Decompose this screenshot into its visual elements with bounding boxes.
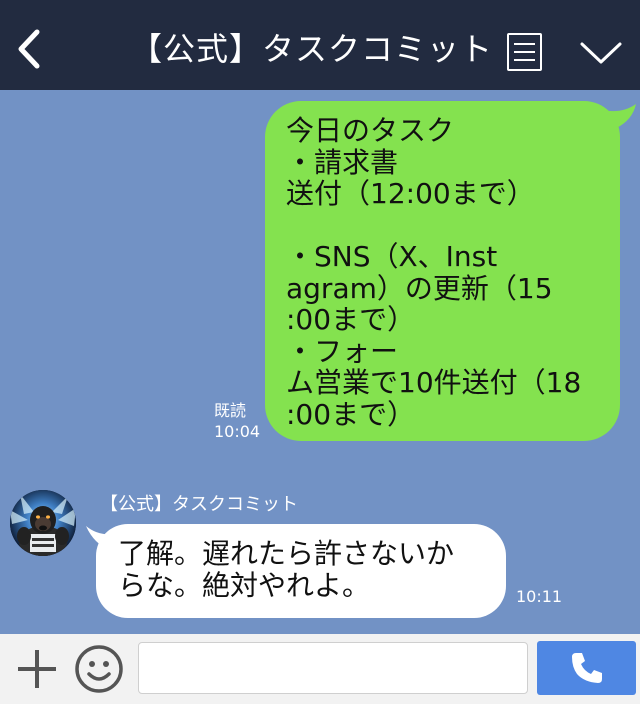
collapse-button[interactable] <box>578 38 624 68</box>
message-line: agram）の更新（15 <box>286 271 553 305</box>
emoji-button[interactable] <box>74 644 124 694</box>
chat-title: 【公式】タスクコミット <box>130 30 494 68</box>
smiley-icon <box>75 645 123 693</box>
message-line: ・フォー <box>286 334 399 368</box>
avatar[interactable] <box>10 490 76 556</box>
message-line: らな。絶対やれよ。 <box>118 569 371 602</box>
message-line: ・請求書 <box>286 145 399 179</box>
plus-icon <box>18 650 56 688</box>
message-line: :00まで） <box>286 397 416 431</box>
input-bar <box>0 634 640 704</box>
gorilla-avatar-icon <box>10 490 76 556</box>
phone-icon <box>571 653 602 683</box>
add-button[interactable] <box>14 646 60 692</box>
menu-icon <box>514 43 535 45</box>
back-button[interactable] <box>8 24 48 74</box>
message-line: ム営業で10件送付（18 <box>286 366 582 399</box>
menu-button[interactable] <box>507 33 542 71</box>
message-line: 送付（12:00まで） <box>286 177 535 210</box>
read-receipt: 既読 10:04 <box>214 400 260 442</box>
outgoing-message-bubble[interactable]: 今日のタスク ・請求書 送付（12:00まで） ・SNS（X、Inst agra… <box>265 101 620 441</box>
message-time: 10:11 <box>516 587 563 606</box>
message-input[interactable] <box>138 642 528 694</box>
sender-name: 【公式】タスクコミット <box>100 494 298 515</box>
chevron-left-icon <box>18 29 40 69</box>
call-button[interactable] <box>537 641 636 695</box>
chat-header: 【公式】タスクコミット <box>0 0 640 90</box>
message-line: 今日のタスク <box>286 114 455 147</box>
message-line: :00まで） <box>286 303 416 336</box>
message-time: 10:04 <box>214 422 261 441</box>
message-line: ・SNS（X、Inst <box>286 240 498 273</box>
incoming-message-bubble[interactable]: 了解。遅れたら許さないか らな。絶対やれよ。 <box>96 524 506 618</box>
message-line: 了解。遅れたら許さないか <box>118 537 455 570</box>
message-line-blank <box>286 210 600 242</box>
chevron-down-icon <box>580 42 622 64</box>
read-label: 既読 <box>214 401 247 420</box>
